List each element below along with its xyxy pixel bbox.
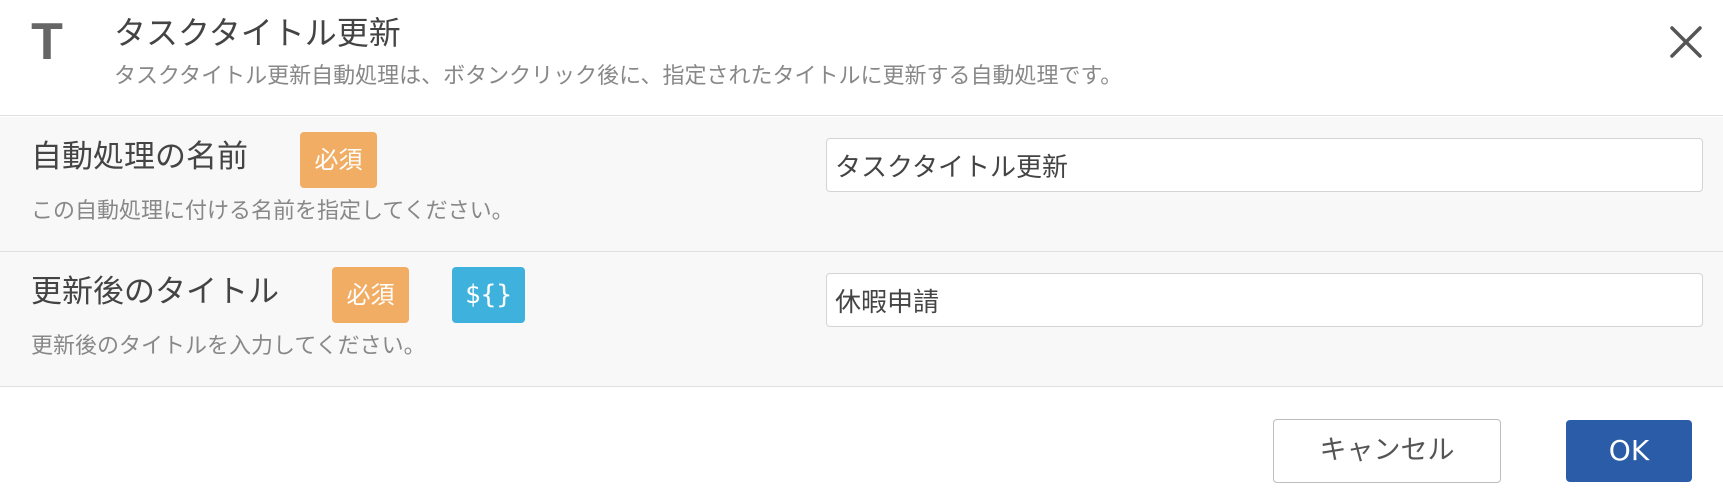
- cancel-button[interactable]: キャンセル: [1273, 419, 1501, 483]
- field-hint-new-title: 更新後のタイトルを入力してください。: [31, 334, 426, 359]
- field-label-new-title: 更新後のタイトル: [31, 274, 279, 310]
- name-input[interactable]: [826, 138, 1703, 192]
- field-row-new-title: 更新後のタイトル 必須 ${} 更新後のタイトルを入力してください。: [0, 252, 1723, 387]
- text-title-icon: T: [31, 13, 63, 71]
- dialog-title: タスクタイトル更新: [114, 14, 401, 52]
- dialog-header: T タスクタイトル更新 タスクタイトル更新自動処理は、ボタンクリック後に、指定さ…: [0, 0, 1723, 116]
- required-badge: 必須: [332, 267, 409, 323]
- new-title-input[interactable]: [826, 273, 1703, 327]
- required-badge: 必須: [300, 132, 377, 188]
- ok-button[interactable]: OK: [1566, 420, 1692, 482]
- field-row-name: 自動処理の名前 必須 この自動処理に付ける名前を指定してください。: [0, 117, 1723, 252]
- field-label-name: 自動処理の名前: [31, 139, 248, 175]
- insert-variable-button[interactable]: ${}: [452, 267, 525, 323]
- close-icon[interactable]: [1666, 22, 1706, 62]
- field-hint-name: この自動処理に付ける名前を指定してください。: [31, 199, 514, 224]
- dialog-description: タスクタイトル更新自動処理は、ボタンクリック後に、指定されたタイトルに更新する自…: [114, 64, 1123, 89]
- automation-settings-dialog: T タスクタイトル更新 タスクタイトル更新自動処理は、ボタンクリック後に、指定さ…: [0, 0, 1723, 502]
